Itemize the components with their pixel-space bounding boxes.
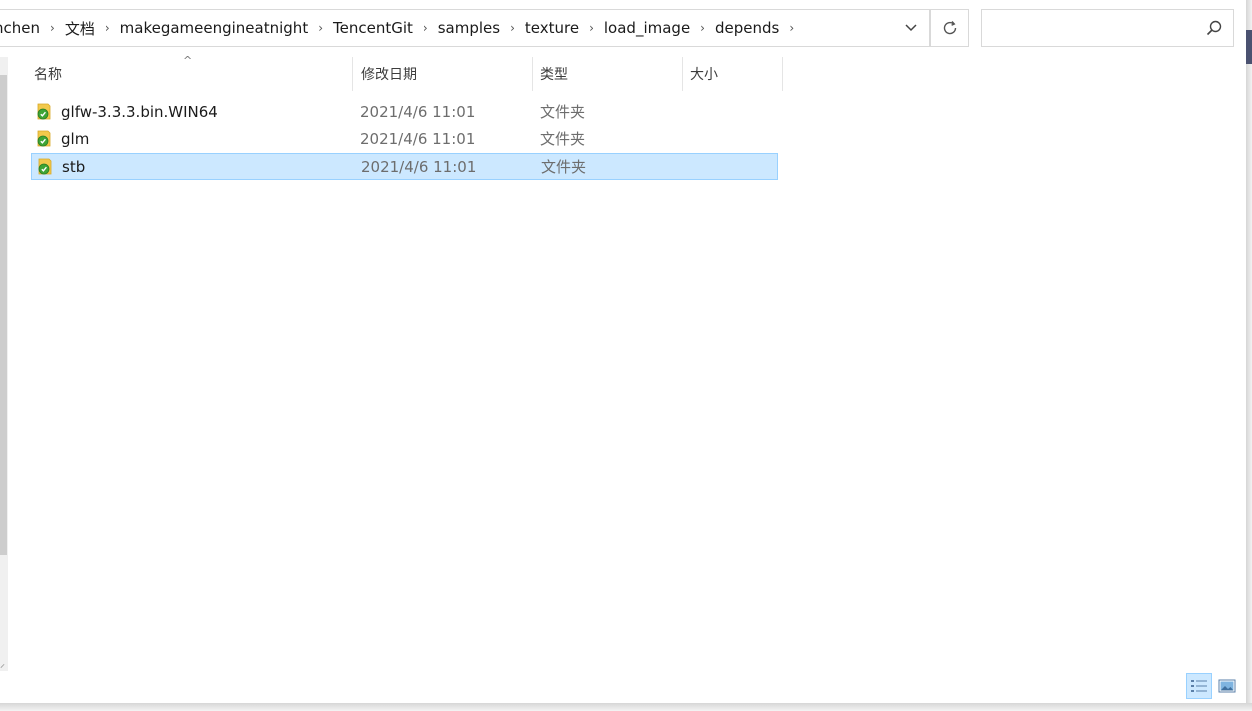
window-edge-shadow: [0, 703, 1252, 711]
file-explorer-window: nchen›文档›makegameengineatnight›TencentGi…: [0, 0, 1246, 703]
address-history-dropdown[interactable]: [893, 9, 929, 47]
column-divider[interactable]: [682, 57, 683, 91]
file-date: 2021/4/6 11:01: [360, 103, 476, 121]
chevron-down-icon: [905, 24, 917, 32]
search-icon[interactable]: [1205, 19, 1223, 37]
search-input[interactable]: [988, 16, 1192, 42]
file-date: 2021/4/6 11:01: [361, 158, 477, 176]
details-view-button[interactable]: [1186, 673, 1212, 699]
file-row[interactable]: glfw-3.3.3.bin.WIN64 2021/4/6 11:01 文件夹: [31, 99, 778, 126]
breadcrumb-item[interactable]: nchen: [0, 19, 49, 37]
breadcrumb-item[interactable]: load_image: [595, 19, 699, 37]
folder-sync-icon: [38, 158, 52, 175]
details-view-icon: [1191, 680, 1207, 692]
file-name: glm: [61, 130, 90, 148]
column-header-name-label: 名称: [34, 67, 62, 83]
column-divider[interactable]: [352, 57, 353, 91]
column-divider[interactable]: [782, 57, 783, 91]
column-header-date[interactable]: 修改日期: [361, 57, 532, 91]
column-header-date-label: 修改日期: [361, 67, 417, 83]
column-header-type[interactable]: 类型: [540, 57, 682, 91]
breadcrumb-chevron-icon[interactable]: ›: [49, 21, 56, 35]
window-edge-shadow: [1246, 0, 1252, 711]
file-date: 2021/4/6 11:01: [360, 130, 476, 148]
column-header-name[interactable]: 名称: [34, 57, 352, 91]
file-name: stb: [62, 158, 86, 176]
folder-sync-icon: [37, 103, 51, 120]
column-divider[interactable]: [532, 57, 533, 91]
file-row[interactable]: glm 2021/4/6 11:01 文件夹: [31, 126, 778, 153]
breadcrumb-chevron-icon[interactable]: ›: [317, 21, 324, 35]
column-header-size[interactable]: 大小: [690, 57, 782, 91]
breadcrumb-chevron-icon[interactable]: ›: [422, 21, 429, 35]
file-row[interactable]: stb 2021/4/6 11:01 文件夹: [31, 153, 778, 180]
breadcrumb-item[interactable]: TencentGit: [324, 19, 422, 37]
breadcrumb-chevron-icon[interactable]: ›: [788, 21, 795, 35]
file-type: 文件夹: [540, 103, 586, 121]
breadcrumb-chevron-icon[interactable]: ›: [104, 21, 111, 35]
file-name: glfw-3.3.3.bin.WIN64: [61, 103, 218, 121]
breadcrumb-chevron-icon[interactable]: ›: [588, 21, 595, 35]
address-bar[interactable]: nchen›文档›makegameengineatnight›TencentGi…: [0, 9, 930, 47]
file-type: 文件夹: [541, 158, 587, 176]
breadcrumb-chevron-icon[interactable]: ›: [699, 21, 706, 35]
breadcrumb-item[interactable]: depends: [706, 19, 788, 37]
folder-sync-icon: [37, 130, 51, 147]
column-header-size-label: 大小: [690, 67, 718, 83]
large-icons-view-icon: [1218, 679, 1236, 693]
background-window-strip: [1246, 30, 1252, 64]
breadcrumb-item[interactable]: 文档: [56, 18, 104, 39]
refresh-button[interactable]: [930, 9, 969, 47]
breadcrumb-item[interactable]: texture: [516, 19, 588, 37]
breadcrumb-item[interactable]: makegameengineatnight: [111, 19, 318, 37]
large-icons-view-button[interactable]: [1214, 673, 1240, 699]
navigation-pane-scrollbar[interactable]: [0, 75, 7, 555]
breadcrumb-chevron-icon[interactable]: ›: [509, 21, 516, 35]
search-box[interactable]: [981, 9, 1234, 47]
nav-pane-marker: ⸝: [0, 659, 5, 670]
refresh-icon: [943, 21, 956, 35]
breadcrumb-item[interactable]: samples: [429, 19, 509, 37]
column-header-type-label: 类型: [540, 67, 568, 83]
file-type: 文件夹: [540, 130, 586, 148]
